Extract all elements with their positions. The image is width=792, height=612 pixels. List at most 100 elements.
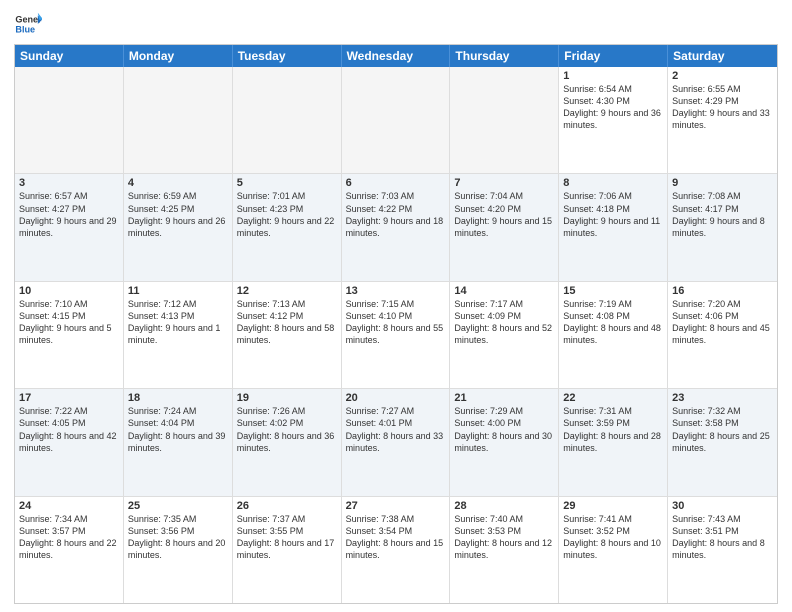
day-number: 11 [128,285,228,297]
day-number: 10 [19,285,119,297]
calendar-cell [233,67,342,173]
calendar-cell: 22Sunrise: 7:31 AM Sunset: 3:59 PM Dayli… [559,389,668,495]
day-number: 27 [346,500,446,512]
calendar-cell: 19Sunrise: 7:26 AM Sunset: 4:02 PM Dayli… [233,389,342,495]
day-number: 14 [454,285,554,297]
calendar-cell: 10Sunrise: 7:10 AM Sunset: 4:15 PM Dayli… [15,282,124,388]
day-number: 17 [19,392,119,404]
day-info: Sunrise: 7:06 AM Sunset: 4:18 PM Dayligh… [563,190,663,239]
header-cell-monday: Monday [124,45,233,67]
day-info: Sunrise: 7:24 AM Sunset: 4:04 PM Dayligh… [128,405,228,454]
day-info: Sunrise: 7:26 AM Sunset: 4:02 PM Dayligh… [237,405,337,454]
day-number: 2 [672,70,773,82]
day-number: 22 [563,392,663,404]
logo: General Blue [14,10,46,38]
header-cell-thursday: Thursday [450,45,559,67]
day-number: 6 [346,177,446,189]
day-info: Sunrise: 7:37 AM Sunset: 3:55 PM Dayligh… [237,513,337,562]
day-info: Sunrise: 7:43 AM Sunset: 3:51 PM Dayligh… [672,513,773,562]
day-number: 4 [128,177,228,189]
day-info: Sunrise: 7:35 AM Sunset: 3:56 PM Dayligh… [128,513,228,562]
calendar-cell: 28Sunrise: 7:40 AM Sunset: 3:53 PM Dayli… [450,497,559,603]
day-info: Sunrise: 7:22 AM Sunset: 4:05 PM Dayligh… [19,405,119,454]
day-number: 23 [672,392,773,404]
calendar-header: SundayMondayTuesdayWednesdayThursdayFrid… [15,45,777,67]
calendar-cell: 27Sunrise: 7:38 AM Sunset: 3:54 PM Dayli… [342,497,451,603]
calendar-cell: 2Sunrise: 6:55 AM Sunset: 4:29 PM Daylig… [668,67,777,173]
calendar-row-3: 17Sunrise: 7:22 AM Sunset: 4:05 PM Dayli… [15,389,777,496]
calendar-cell: 20Sunrise: 7:27 AM Sunset: 4:01 PM Dayli… [342,389,451,495]
day-number: 16 [672,285,773,297]
day-info: Sunrise: 7:17 AM Sunset: 4:09 PM Dayligh… [454,298,554,347]
day-info: Sunrise: 7:01 AM Sunset: 4:23 PM Dayligh… [237,190,337,239]
calendar-cell: 5Sunrise: 7:01 AM Sunset: 4:23 PM Daylig… [233,174,342,280]
day-number: 1 [563,70,663,82]
day-info: Sunrise: 7:19 AM Sunset: 4:08 PM Dayligh… [563,298,663,347]
day-number: 12 [237,285,337,297]
calendar-cell: 24Sunrise: 7:34 AM Sunset: 3:57 PM Dayli… [15,497,124,603]
day-info: Sunrise: 7:31 AM Sunset: 3:59 PM Dayligh… [563,405,663,454]
calendar-cell: 21Sunrise: 7:29 AM Sunset: 4:00 PM Dayli… [450,389,559,495]
calendar-cell: 15Sunrise: 7:19 AM Sunset: 4:08 PM Dayli… [559,282,668,388]
day-number: 3 [19,177,119,189]
calendar-cell: 3Sunrise: 6:57 AM Sunset: 4:27 PM Daylig… [15,174,124,280]
calendar-body: 1Sunrise: 6:54 AM Sunset: 4:30 PM Daylig… [15,67,777,603]
calendar-row-0: 1Sunrise: 6:54 AM Sunset: 4:30 PM Daylig… [15,67,777,174]
day-info: Sunrise: 7:32 AM Sunset: 3:58 PM Dayligh… [672,405,773,454]
day-number: 18 [128,392,228,404]
day-info: Sunrise: 7:29 AM Sunset: 4:00 PM Dayligh… [454,405,554,454]
calendar-row-4: 24Sunrise: 7:34 AM Sunset: 3:57 PM Dayli… [15,497,777,603]
calendar-cell [342,67,451,173]
day-info: Sunrise: 7:20 AM Sunset: 4:06 PM Dayligh… [672,298,773,347]
calendar-cell: 1Sunrise: 6:54 AM Sunset: 4:30 PM Daylig… [559,67,668,173]
calendar-row-2: 10Sunrise: 7:10 AM Sunset: 4:15 PM Dayli… [15,282,777,389]
day-info: Sunrise: 7:27 AM Sunset: 4:01 PM Dayligh… [346,405,446,454]
calendar-cell [124,67,233,173]
calendar-cell: 25Sunrise: 7:35 AM Sunset: 3:56 PM Dayli… [124,497,233,603]
svg-text:Blue: Blue [15,24,35,34]
calendar-cell [15,67,124,173]
logo-icon: General Blue [14,10,42,38]
calendar-cell: 29Sunrise: 7:41 AM Sunset: 3:52 PM Dayli… [559,497,668,603]
calendar-cell: 13Sunrise: 7:15 AM Sunset: 4:10 PM Dayli… [342,282,451,388]
day-info: Sunrise: 6:59 AM Sunset: 4:25 PM Dayligh… [128,190,228,239]
calendar-cell: 23Sunrise: 7:32 AM Sunset: 3:58 PM Dayli… [668,389,777,495]
calendar-row-1: 3Sunrise: 6:57 AM Sunset: 4:27 PM Daylig… [15,174,777,281]
day-info: Sunrise: 7:12 AM Sunset: 4:13 PM Dayligh… [128,298,228,347]
calendar-cell: 30Sunrise: 7:43 AM Sunset: 3:51 PM Dayli… [668,497,777,603]
day-number: 29 [563,500,663,512]
day-number: 26 [237,500,337,512]
calendar-cell [450,67,559,173]
day-number: 21 [454,392,554,404]
header-cell-tuesday: Tuesday [233,45,342,67]
day-number: 20 [346,392,446,404]
calendar-cell: 17Sunrise: 7:22 AM Sunset: 4:05 PM Dayli… [15,389,124,495]
day-info: Sunrise: 7:38 AM Sunset: 3:54 PM Dayligh… [346,513,446,562]
day-info: Sunrise: 7:41 AM Sunset: 3:52 PM Dayligh… [563,513,663,562]
day-info: Sunrise: 7:15 AM Sunset: 4:10 PM Dayligh… [346,298,446,347]
header-cell-sunday: Sunday [15,45,124,67]
header-cell-friday: Friday [559,45,668,67]
day-number: 15 [563,285,663,297]
day-number: 30 [672,500,773,512]
calendar-cell: 16Sunrise: 7:20 AM Sunset: 4:06 PM Dayli… [668,282,777,388]
header-cell-wednesday: Wednesday [342,45,451,67]
day-number: 7 [454,177,554,189]
day-info: Sunrise: 7:40 AM Sunset: 3:53 PM Dayligh… [454,513,554,562]
day-number: 19 [237,392,337,404]
page: General Blue SundayMondayTuesdayWednesda… [0,0,792,612]
day-info: Sunrise: 6:55 AM Sunset: 4:29 PM Dayligh… [672,83,773,132]
calendar-cell: 8Sunrise: 7:06 AM Sunset: 4:18 PM Daylig… [559,174,668,280]
day-info: Sunrise: 7:13 AM Sunset: 4:12 PM Dayligh… [237,298,337,347]
day-number: 9 [672,177,773,189]
day-info: Sunrise: 7:10 AM Sunset: 4:15 PM Dayligh… [19,298,119,347]
day-number: 24 [19,500,119,512]
day-number: 8 [563,177,663,189]
calendar: SundayMondayTuesdayWednesdayThursdayFrid… [14,44,778,604]
day-info: Sunrise: 7:34 AM Sunset: 3:57 PM Dayligh… [19,513,119,562]
calendar-cell: 9Sunrise: 7:08 AM Sunset: 4:17 PM Daylig… [668,174,777,280]
day-info: Sunrise: 7:03 AM Sunset: 4:22 PM Dayligh… [346,190,446,239]
calendar-cell: 14Sunrise: 7:17 AM Sunset: 4:09 PM Dayli… [450,282,559,388]
header: General Blue [14,10,778,38]
calendar-cell: 18Sunrise: 7:24 AM Sunset: 4:04 PM Dayli… [124,389,233,495]
